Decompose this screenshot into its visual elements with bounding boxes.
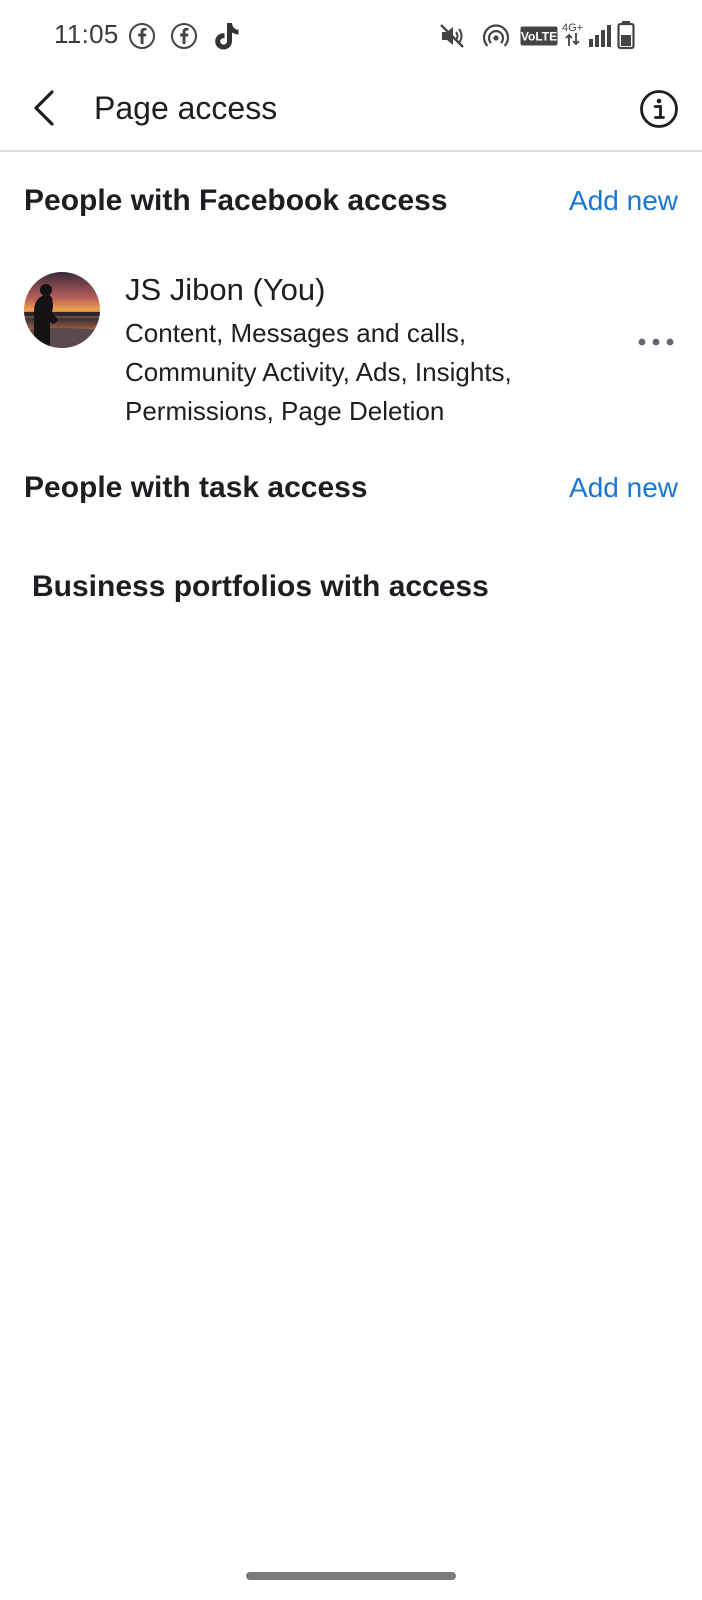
info-icon [640,90,678,128]
battery-icon [617,20,635,55]
more-options-button[interactable] [632,326,680,358]
avatar [24,272,100,348]
status-bar: 11:05 VoLTE 4G+ [0,0,702,72]
app-bar: Page access [0,72,702,152]
status-time: 11:05 [54,19,119,49]
person-row[interactable]: JS Jibon (You) Content, Messages and cal… [0,264,702,434]
volte-label: VoLTE [521,30,557,44]
add-new-facebook-access-link[interactable]: Add new [569,185,678,217]
page-title: Page access [94,90,278,126]
person-name: JS Jibon (You) [125,272,326,307]
task-access-header: People with task access Add new [0,463,702,511]
chevron-left-icon [34,90,54,126]
section-title: People with Facebook access [24,184,448,217]
more-horizontal-icon [638,338,674,346]
hotspot-icon [482,22,510,55]
facebook-access-header: People with Facebook access Add new [0,176,702,224]
back-button[interactable] [24,86,68,130]
signal-icon [588,24,614,53]
business-portfolios-header: Business portfolios with access [0,562,702,610]
facebook-icon [170,22,198,55]
info-button[interactable] [638,88,680,130]
person-permissions: Content, Messages and calls, Community A… [125,318,512,426]
section-title: Business portfolios with access [32,570,489,603]
4g-icon: 4G+ [561,20,587,53]
facebook-icon [128,22,156,55]
network-label: 4G+ [562,22,583,34]
mute-icon [438,22,466,55]
add-new-task-access-link[interactable]: Add new [569,472,678,504]
home-indicator[interactable] [246,1572,456,1580]
tiktok-icon [211,20,241,57]
section-title: People with task access [24,471,368,504]
volte-icon: VoLTE [520,26,558,51]
